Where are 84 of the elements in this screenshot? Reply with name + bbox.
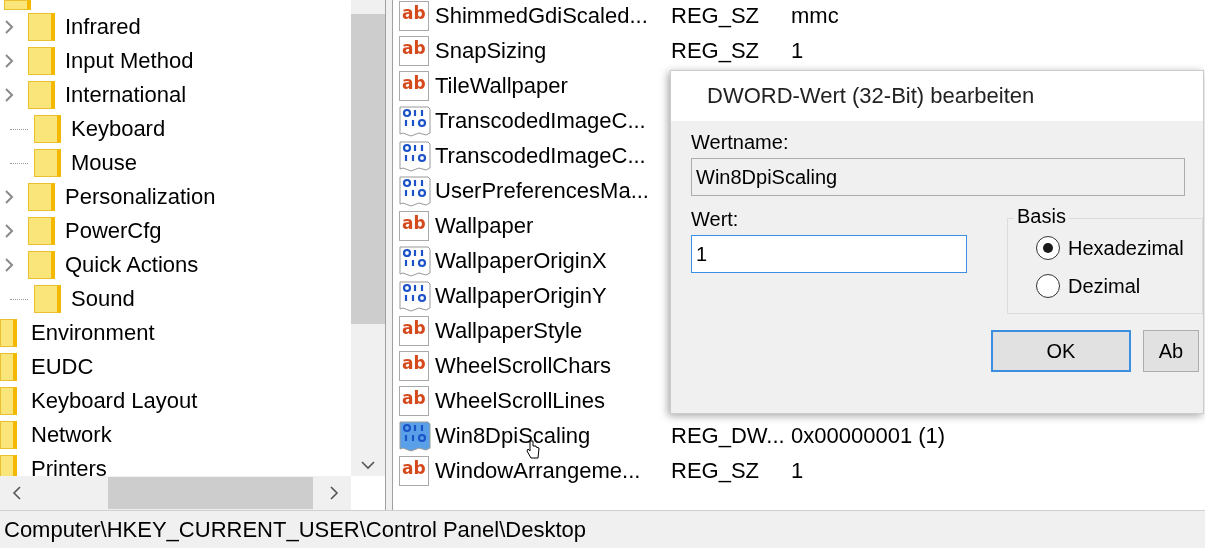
radio-button[interactable] xyxy=(1036,236,1060,260)
tree-item[interactable]: Keyboard Layout xyxy=(31,388,198,414)
string-value-icon: ab xyxy=(399,385,429,416)
tree-item[interactable]: Network xyxy=(31,422,112,448)
value-type: REG_SZ xyxy=(671,2,761,29)
folder-icon xyxy=(4,0,31,10)
tree-item[interactable]: Personalization xyxy=(65,184,216,210)
chevron-icon[interactable] xyxy=(4,224,14,238)
tree-item[interactable]: Quick Actions xyxy=(65,252,199,278)
tree-item[interactable]: Environment xyxy=(31,320,155,346)
tree-item[interactable]: International xyxy=(65,82,187,108)
tree-item[interactable]: EUDC xyxy=(31,354,94,380)
string-value-icon: ab xyxy=(399,0,429,31)
value-name[interactable]: WallpaperOriginY xyxy=(434,282,608,309)
vertical-scrollbar[interactable] xyxy=(351,0,385,476)
value-name[interactable]: WheelScrollLines xyxy=(434,387,606,414)
folder-icon xyxy=(34,285,61,313)
scrollbar-thumb[interactable] xyxy=(108,477,313,509)
value-data-field[interactable]: 1 xyxy=(691,235,967,273)
folder-icon xyxy=(34,149,61,177)
folder-icon xyxy=(28,81,55,109)
folder-icon xyxy=(0,455,17,476)
scroll-left-icon[interactable] xyxy=(12,486,22,500)
radio-label[interactable]: Hexadezimal xyxy=(1068,236,1184,260)
folder-icon xyxy=(28,217,55,245)
dialog-title: DWORD-Wert (32-Bit) bearbeiten xyxy=(671,71,1203,121)
string-value-icon: ab xyxy=(399,210,429,241)
tree-item[interactable]: Infrared xyxy=(65,14,141,40)
value-name[interactable]: WallpaperOriginX xyxy=(434,247,608,274)
string-value-icon: ab xyxy=(399,315,429,346)
chevron-icon[interactable] xyxy=(4,258,14,272)
scroll-down-icon[interactable] xyxy=(361,460,375,470)
value-name[interactable]: ShimmedGdiScaled... xyxy=(434,2,649,29)
radio-label[interactable]: Dezimal xyxy=(1068,274,1141,298)
value-data: 1 xyxy=(791,457,804,484)
scrollbar-thumb[interactable] xyxy=(351,14,385,324)
value-type: REG_DW... xyxy=(671,422,786,449)
string-value-icon: ab xyxy=(399,70,429,101)
value-data: mmc xyxy=(791,2,839,29)
value-name[interactable]: UserPreferencesMa... xyxy=(434,177,650,204)
tree-item[interactable]: Mouse xyxy=(71,150,138,176)
dialog-button[interactable]: OK xyxy=(991,330,1131,372)
folder-icon xyxy=(34,115,61,143)
string-value-icon: ab xyxy=(399,350,429,381)
string-value-icon: ab xyxy=(399,35,429,66)
scroll-right-icon[interactable] xyxy=(329,486,339,500)
folder-icon xyxy=(0,319,17,347)
value-name-field[interactable]: Win8DpiScaling xyxy=(691,158,1185,196)
value-name[interactable]: WallpaperStyle xyxy=(434,317,584,344)
value-name[interactable]: WindowArrangeme... xyxy=(434,457,642,484)
radio-button[interactable] xyxy=(1036,274,1060,298)
horizontal-scrollbar[interactable] xyxy=(0,476,351,510)
tree-item[interactable]: Sound xyxy=(71,286,135,312)
dialog-button[interactable]: Ab xyxy=(1143,330,1199,372)
tree-item[interactable]: PowerCfg xyxy=(65,218,162,244)
chevron-icon[interactable] xyxy=(4,20,14,34)
folder-icon xyxy=(0,387,17,415)
field-label: Wert: xyxy=(691,208,740,231)
value-name[interactable]: Win8DpiScaling xyxy=(434,422,592,449)
tree-item[interactable]: Input Method xyxy=(65,48,194,74)
folder-icon xyxy=(28,47,55,75)
chevron-icon[interactable] xyxy=(4,54,14,68)
value-name[interactable]: SnapSizing xyxy=(434,37,548,64)
tree-item[interactable]: Printers xyxy=(31,456,107,476)
value-data: 0x00000001 (1) xyxy=(791,422,946,449)
chevron-icon[interactable] xyxy=(4,190,14,204)
value-name[interactable]: Wallpaper xyxy=(434,212,535,239)
value-name[interactable]: TranscodedImageC... xyxy=(434,142,647,169)
folder-icon xyxy=(28,13,55,41)
folder-icon xyxy=(0,421,17,449)
value-name[interactable]: TranscodedImageC... xyxy=(434,107,647,134)
value-type: REG_SZ xyxy=(671,37,761,64)
string-value-icon: ab xyxy=(399,455,429,486)
status-path: Computer\HKEY_CURRENT_USER\Control Panel\Desktop xyxy=(4,516,586,543)
value-name[interactable]: WheelScrollChars xyxy=(434,352,613,379)
tree-item[interactable]: Keyboard xyxy=(71,116,166,142)
field-label: Wertname: xyxy=(691,131,790,154)
folder-icon xyxy=(28,183,55,211)
value-name[interactable]: TileWallpaper xyxy=(434,72,569,99)
chevron-icon[interactable] xyxy=(4,88,14,102)
folder-icon xyxy=(0,353,17,381)
folder-icon xyxy=(28,251,55,279)
value-data: 1 xyxy=(791,37,804,64)
value-type: REG_SZ xyxy=(671,457,761,484)
